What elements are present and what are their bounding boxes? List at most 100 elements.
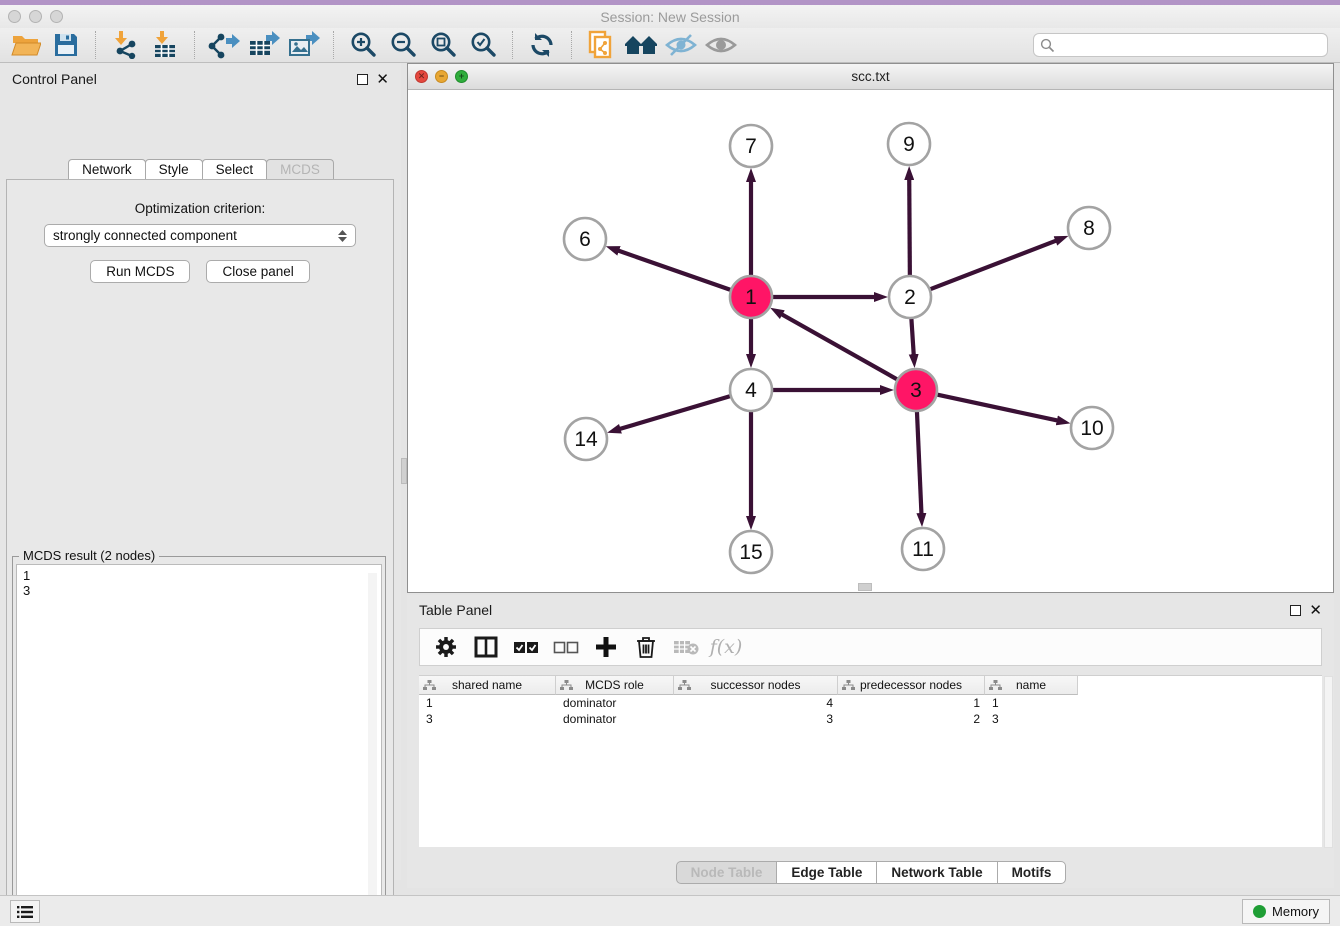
import-network-icon[interactable] [105,29,145,61]
split-panel-icon[interactable] [468,631,504,663]
table-cell[interactable]: 1 [419,695,556,711]
table-cell[interactable]: dominator [556,711,674,727]
delete-table-icon[interactable] [668,631,704,663]
node-label-10: 10 [1080,417,1103,440]
mcds-result-title: MCDS result (2 nodes) [19,548,159,563]
edge-2-9[interactable] [909,179,910,278]
edge-3-10[interactable] [935,394,1058,421]
export-image-icon[interactable] [284,29,324,61]
column-header-MCDS-role[interactable]: MCDS role [556,676,674,695]
edge-2-8[interactable] [928,241,1057,291]
zoom-selected-icon[interactable] [463,29,503,61]
table-cell[interactable]: 4 [674,695,838,711]
home-icon[interactable] [621,29,661,61]
optimization-criterion-label: Optimization criterion: [7,201,393,216]
node-label-1: 1 [745,286,757,309]
column-header-predecessor-nodes[interactable]: predecessor nodes [838,676,985,695]
control-panel-tabs: NetworkStyleSelectMCDS [0,159,401,179]
column-header-shared-name[interactable]: shared name [419,676,556,695]
tab-edge-table[interactable]: Edge Table [776,861,877,884]
mcds-panel: Optimization criterion: strongly connect… [6,179,394,926]
zoom-out-icon[interactable] [383,29,423,61]
tab-mcds[interactable]: MCDS [266,159,334,179]
save-session-icon[interactable] [46,29,86,61]
tab-style[interactable]: Style [145,159,203,179]
tab-network-table[interactable]: Network Table [876,861,997,884]
network-file-title: scc.txt [408,69,1333,84]
table-cell[interactable]: 3 [985,711,1078,727]
function-builder-icon[interactable]: f(x) [708,631,744,663]
memory-button[interactable]: Memory [1242,899,1330,924]
zoom-fit-icon[interactable] [423,29,463,61]
table-scrollbar[interactable] [1324,676,1333,848]
result-scrollbar[interactable] [368,573,377,919]
zoom-in-icon[interactable] [343,29,383,61]
add-column-icon[interactable] [588,631,624,663]
table-panel-title: Table Panel [419,602,492,618]
node-label-8: 8 [1083,217,1095,240]
tab-node-table[interactable]: Node Table [676,861,778,884]
table-toolbar: f(x) [419,628,1322,666]
export-network-icon[interactable] [204,29,244,61]
node-label-11: 11 [912,538,934,561]
session-title: Session: New Session [0,9,1340,25]
table-cell[interactable]: dominator [556,695,674,711]
import-table-icon[interactable] [145,29,185,61]
node-table: shared nameMCDS rolesuccessor nodesprede… [419,675,1322,847]
control-panel-title: Control Panel [12,71,97,87]
edge-2-3[interactable] [911,316,914,355]
mcds-result-text[interactable]: 1 3 [16,564,382,924]
table-panel-close-button[interactable]: ✕ [1309,605,1322,616]
memory-label: Memory [1272,904,1319,919]
open-session-icon[interactable] [6,29,46,61]
table-cell[interactable]: 3 [674,711,838,727]
table-cell[interactable]: 1 [838,695,985,711]
toolbar-separator [333,31,334,59]
column-header-name[interactable]: name [985,676,1078,695]
edge-3-11[interactable] [917,409,922,514]
table-settings-icon[interactable] [428,631,464,663]
log-console-button[interactable] [10,900,40,923]
dropdown-stepper-icon [338,230,347,242]
table-panel-float-button[interactable] [1290,605,1301,616]
edge-3-1[interactable] [781,314,899,380]
table-cell[interactable]: 3 [419,711,556,727]
network-canvas[interactable]: 7968124314101511 [408,90,1333,592]
table-cell[interactable]: 2 [838,711,985,727]
show-all-icon[interactable] [701,29,741,61]
duplicate-network-icon[interactable] [581,29,621,61]
table-row: 3dominator323 [419,711,1322,727]
node-label-7: 7 [745,135,757,158]
search-box [1033,33,1328,57]
select-all-icon[interactable] [508,631,544,663]
run-mcds-button[interactable]: Run MCDS [90,260,190,283]
network-view-window: ✕ − + scc.txt 7968124314101511 [407,63,1334,593]
tab-select[interactable]: Select [202,159,268,179]
node-label-6: 6 [579,228,591,251]
delete-column-icon[interactable] [628,631,664,663]
tab-network[interactable]: Network [68,159,146,179]
column-header-successor-nodes[interactable]: successor nodes [674,676,838,695]
node-label-4: 4 [745,379,757,402]
optimization-criterion-dropdown[interactable]: strongly connected component [44,224,356,247]
export-table-icon[interactable] [244,29,284,61]
tab-motifs[interactable]: Motifs [997,861,1067,884]
memory-status-icon [1253,905,1266,918]
control-panel-float-button[interactable] [357,74,368,85]
control-panel-close-button[interactable]: ✕ [376,74,389,85]
control-panel: Control Panel ✕ NetworkStyleSelectMCDS O… [0,63,401,880]
edge-1-6[interactable] [618,251,733,291]
node-label-15: 15 [739,541,762,564]
deselect-all-icon[interactable] [548,631,584,663]
search-input[interactable] [1055,35,1327,55]
toolbar-separator [95,31,96,59]
network-window-titlebar[interactable]: ✕ − + scc.txt [408,64,1333,90]
horizontal-splitter-grip[interactable] [858,583,872,591]
main-toolbar [0,28,1340,63]
table-rows: 1dominator4113dominator323 [419,695,1322,727]
hide-selected-icon[interactable] [661,29,701,61]
refresh-icon[interactable] [522,29,562,61]
table-cell[interactable]: 1 [985,695,1078,711]
close-panel-button[interactable]: Close panel [206,260,309,283]
edge-4-14[interactable] [620,395,733,429]
